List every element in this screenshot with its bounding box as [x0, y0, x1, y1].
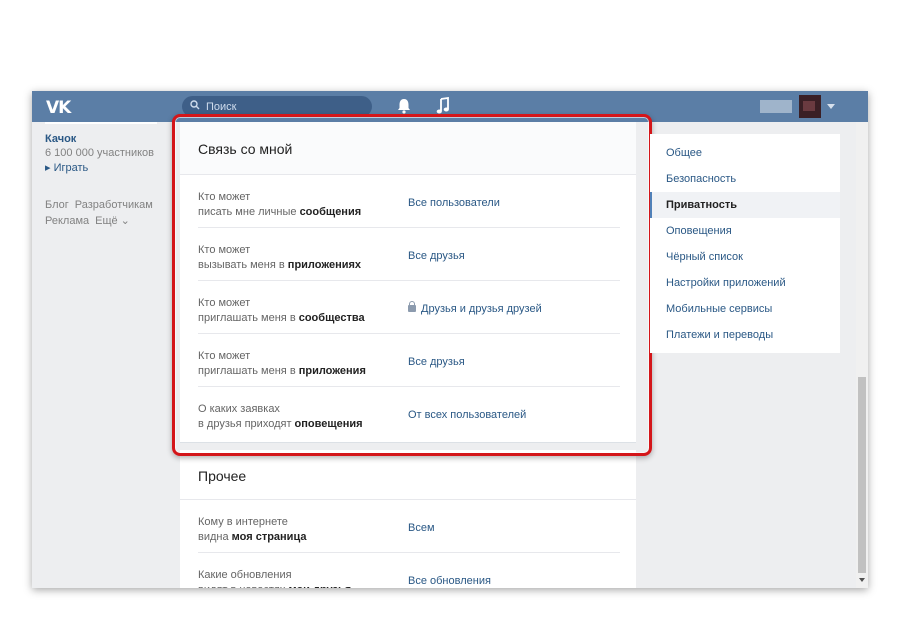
- setting-row: Какие обновления видят в новостях мои дру…: [198, 553, 620, 588]
- search-input[interactable]: [204, 98, 368, 116]
- play-game-link[interactable]: ▸ Играть: [45, 161, 88, 174]
- setting-label-keyword: сообщения: [299, 206, 362, 218]
- game-title-link[interactable]: Качок: [45, 133, 76, 145]
- settings-menu-item[interactable]: Безопасность: [650, 166, 840, 192]
- scrollbar[interactable]: [856, 122, 868, 588]
- setting-value-link[interactable]: Друзья и друзья друзей: [408, 301, 542, 315]
- setting-label: Кому в интернете видна моя страница: [198, 515, 388, 545]
- setting-value-link[interactable]: Все пользователи: [408, 197, 500, 209]
- username-label[interactable]: [760, 100, 792, 113]
- setting-label-keyword: моя страница: [231, 531, 307, 543]
- setting-label: Кто может писать мне личные сообщения: [198, 190, 388, 220]
- section-title: Связь со мной: [198, 141, 293, 157]
- game-members-count: 6 100 000 участников: [45, 147, 154, 159]
- setting-row: Кто может приглашать меня в сообщества Дру…: [198, 281, 620, 334]
- setting-value-text: Друзья и друзья друзей: [421, 303, 542, 315]
- browser-window: VK Качок 6 100 000 участников ▸ Играть Б…: [32, 91, 868, 588]
- setting-label: Какие обновления видят в новостях мои дру…: [198, 568, 388, 588]
- setting-label-line2: видна: [198, 531, 232, 543]
- footer-link-blog[interactable]: Блог: [45, 199, 69, 211]
- setting-label-line2: писать мне личные: [198, 206, 300, 218]
- settings-menu-list: Общее Безопасность Приватность Оповещения Чё…: [650, 134, 840, 348]
- setting-label-line1: Кто может: [198, 297, 251, 309]
- section-title: Прочее: [198, 468, 247, 484]
- setting-label-keyword: оповещения: [294, 418, 363, 430]
- setting-label-keyword: приложениях: [287, 259, 362, 271]
- setting-row: Кто может вызывать меня в приложениях Все …: [198, 228, 620, 281]
- footer-link-ads[interactable]: Реклама: [45, 215, 89, 227]
- settings-menu-item[interactable]: Настройки приложений: [650, 270, 840, 296]
- setting-label-line1: Кому в интернете: [198, 516, 288, 528]
- settings-rows: Кому в интернете видна моя страница Всем Ка…: [180, 500, 636, 588]
- setting-label-keyword: сообщества: [298, 312, 365, 324]
- other-settings-panel: Прочее Кому в интернете видна моя страниц…: [180, 450, 636, 588]
- setting-label-line2: вызывать меня в: [198, 259, 288, 271]
- vk-logo[interactable]: VK: [46, 98, 71, 118]
- setting-row: О каких заявках в друзья приходят оповеще…: [198, 387, 620, 439]
- setting-value-text: Всем: [408, 522, 435, 534]
- setting-value-link[interactable]: Все друзья: [408, 250, 465, 262]
- panel-header: Прочее: [180, 450, 636, 500]
- setting-value-text: Все друзья: [408, 356, 465, 368]
- footer-link-developers[interactable]: Разработчикам: [75, 199, 153, 211]
- panel-header: Связь со мной: [180, 122, 636, 175]
- setting-label-line2: видят в новостях: [198, 584, 288, 588]
- setting-label: Кто может приглашать меня в сообщества: [198, 296, 388, 326]
- settings-menu-item[interactable]: Мобильные сервисы: [650, 296, 840, 322]
- footer-links: Блог Разработчикам Реклама Ещё ⌄: [45, 197, 165, 229]
- settings-menu-item[interactable]: Оповещения: [650, 218, 840, 244]
- settings-menu: Общее Безопасность Приватность Оповещения Чё…: [650, 134, 840, 353]
- setting-row: Кто может приглашать меня в приложения Все…: [198, 334, 620, 387]
- scroll-down-arrow-icon[interactable]: [859, 578, 865, 582]
- setting-label-line1: Кто может: [198, 191, 251, 203]
- chevron-down-icon[interactable]: [827, 104, 835, 109]
- search-icon: [190, 100, 200, 113]
- contact-settings-panel: Связь со мной Кто может писать мне личные…: [180, 122, 636, 442]
- setting-value-text: Все обновления: [408, 575, 491, 587]
- setting-label-line1: О каких заявках: [198, 403, 280, 415]
- setting-label: Кто может приглашать меня в приложения: [198, 349, 388, 379]
- setting-label-line1: Какие обновления: [198, 569, 292, 581]
- setting-value-link[interactable]: Все обновления: [408, 575, 491, 587]
- lock-icon: [408, 301, 416, 312]
- settings-rows: Кто может писать мне личные сообщения Все …: [180, 175, 636, 439]
- setting-value-text: Все пользователи: [408, 197, 500, 209]
- music-note-icon[interactable]: [436, 96, 450, 115]
- setting-label-line1: Кто может: [198, 244, 251, 256]
- settings-menu-item[interactable]: Общее: [650, 140, 840, 166]
- setting-value-link[interactable]: Все друзья: [408, 356, 465, 368]
- setting-label-line2: в друзья приходят: [198, 418, 295, 430]
- scrollbar-thumb[interactable]: [858, 377, 866, 573]
- avatar[interactable]: [799, 95, 821, 118]
- setting-label-keyword: мои друзья: [288, 584, 351, 588]
- setting-value-link[interactable]: От всех пользователей: [408, 409, 526, 421]
- footer-link-more[interactable]: Ещё ⌄: [95, 215, 130, 227]
- setting-label-line1: Кто может: [198, 350, 251, 362]
- top-navigation-bar: VK: [32, 91, 868, 122]
- setting-value-text: От всех пользователей: [408, 409, 527, 421]
- setting-value-link[interactable]: Всем: [408, 522, 435, 534]
- bell-icon[interactable]: [396, 97, 412, 115]
- settings-menu-item[interactable]: Приватность: [650, 192, 840, 218]
- setting-row: Кому в интернете видна моя страница Всем: [198, 500, 620, 553]
- settings-menu-item[interactable]: Платежи и переводы: [650, 322, 840, 348]
- settings-menu-item[interactable]: Чёрный список: [650, 244, 840, 270]
- setting-label-keyword: приложения: [298, 365, 366, 377]
- search-box[interactable]: [182, 96, 372, 117]
- setting-value-text: Все друзья: [408, 250, 465, 262]
- setting-row: Кто может писать мне личные сообщения Все …: [198, 175, 620, 228]
- setting-label: О каких заявках в друзья приходят оповеще…: [198, 402, 388, 432]
- left-card-edge: [45, 122, 157, 124]
- setting-label-line2: приглашать меня в: [198, 312, 299, 324]
- setting-label: Кто может вызывать меня в приложениях: [198, 243, 388, 273]
- setting-label-line2: приглашать меня в: [198, 365, 299, 377]
